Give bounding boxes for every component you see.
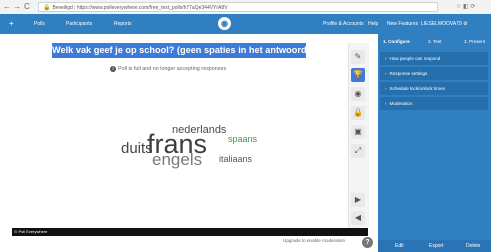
user-menu[interactable]: LIESELMOOVA79 ⚙ (421, 14, 468, 34)
lock-toggle-icon[interactable]: 🔒 (351, 106, 365, 120)
polleverywhere-logo-icon[interactable]: ◉ (218, 17, 231, 30)
upgrade-link[interactable]: Upgrade to enable moderation (283, 238, 345, 243)
extension-icons[interactable]: ☆ ◧ ⟳ (456, 3, 475, 10)
panel-row-schedule-lock[interactable]: › Schedule lock/unlock times (380, 82, 488, 95)
app-top-bar: + Polls Participants Reports ◉ Profile &… (0, 14, 491, 34)
edit-button[interactable]: Edit (395, 240, 404, 252)
help-icon[interactable]: ? (362, 237, 373, 248)
panel-row-label: How people can respond (389, 56, 441, 61)
nav-polls[interactable]: Polls (34, 14, 45, 34)
cloud-word-duits: duits (121, 140, 153, 157)
nav-new-features[interactable]: New Features (387, 14, 418, 34)
edit-icon[interactable]: ✎ (351, 50, 365, 64)
panel-row-label: Moderation (389, 101, 413, 106)
address-bar[interactable]: 🔒 Beveiligd | https://www.polleverywhere.… (38, 2, 438, 12)
question-title: Welk vak geef je op school? (geen spatie… (52, 43, 306, 58)
cloud-word-engels: engels (152, 150, 203, 169)
next-slide-icon[interactable]: ▶ (351, 193, 365, 207)
nav-profile-accounts[interactable]: Profile & Accounts (323, 14, 364, 34)
back-icon[interactable]: ← (3, 2, 11, 12)
panel-row-moderation[interactable]: › Moderation (380, 97, 488, 110)
caret-right-icon: › (385, 101, 387, 106)
fullscreen-icon[interactable]: ⤢ (351, 144, 365, 158)
nav-reports[interactable]: Reports (114, 14, 132, 34)
delete-button[interactable]: Delete (466, 240, 480, 252)
reload-icon[interactable]: C (24, 2, 30, 12)
panel-row-how-people-respond[interactable]: › How people can respond (380, 52, 488, 65)
info-icon: i (110, 65, 116, 72)
caret-right-icon: › (385, 86, 387, 91)
cloud-word-italiaans: italiaans (219, 154, 253, 164)
panel-tabs: 1. Configure 2. Test 3. Present (378, 36, 491, 48)
poll-status-text: Poll is full and no longer accepting res… (118, 66, 227, 72)
panel-actions: Edit Export Delete (378, 240, 491, 252)
panel-row-response-settings[interactable]: › Response settings (380, 67, 488, 80)
brand-label: ⊙ Poll Everywhere (14, 229, 48, 234)
lock-icon: 🔒 (43, 5, 51, 11)
calendar-icon[interactable]: ▣ (351, 125, 365, 139)
caret-right-icon: › (385, 71, 387, 76)
export-button[interactable]: Export (429, 240, 443, 252)
poll-status: i Poll is full and no longer accepting re… (110, 65, 226, 73)
panel-row-label: Schedule lock/unlock times (389, 86, 445, 91)
nav-participants[interactable]: Participants (66, 14, 92, 34)
stage-footer: ⊙ Poll Everywhere (12, 228, 368, 236)
cloud-word-spaans: spaans (228, 134, 258, 144)
trophy-icon[interactable]: 🏆 (351, 68, 365, 82)
secure-label: Beveiligd (52, 5, 73, 11)
nav-help[interactable]: Help (368, 14, 378, 34)
tab-configure[interactable]: 1. Configure (383, 36, 410, 48)
previous-slide-icon[interactable]: ◀ (351, 211, 365, 225)
forward-icon[interactable]: → (13, 2, 21, 12)
add-poll-button[interactable]: + (9, 14, 14, 34)
tab-present[interactable]: 3. Present (464, 36, 485, 48)
eye-icon[interactable]: ◉ (351, 87, 365, 101)
browser-toolbar: ← → C 🔒 Beveiligd | https://www.pollevery… (0, 0, 491, 15)
caret-right-icon: › (385, 56, 387, 61)
tab-test[interactable]: 2. Test (428, 36, 441, 48)
panel-row-label: Response settings (389, 71, 428, 76)
url-text: https://www.polleverywhere.com/free_text… (76, 5, 228, 11)
